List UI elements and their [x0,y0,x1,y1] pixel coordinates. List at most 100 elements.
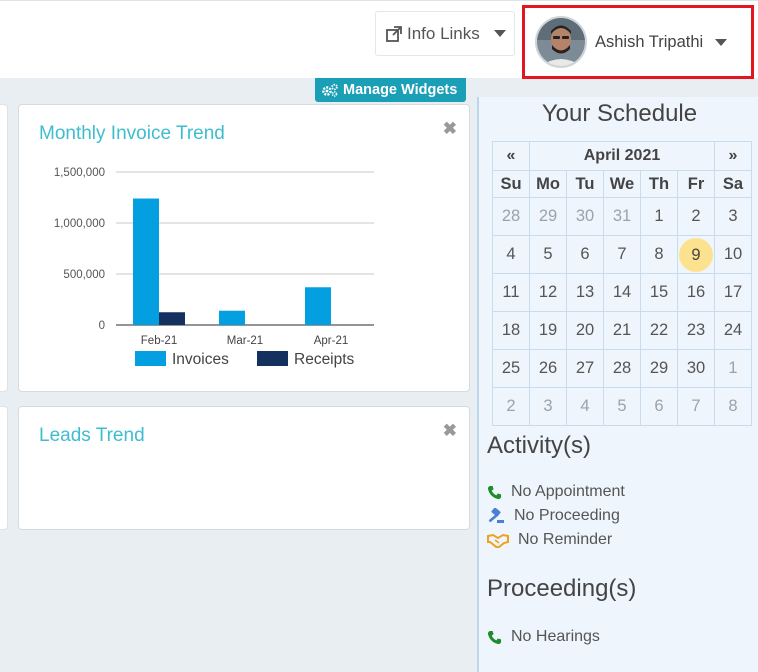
calendar-dow-label: Su [492,170,530,198]
calendar-day-today[interactable]: 9 [677,235,715,274]
calendar-prev-button[interactable]: « [492,141,530,171]
invoice-chart: 0 500,000 1,000,000 1,500,000 Feb-21 Mar-21 Ap… [54,167,374,368]
calendar-day[interactable]: 3 [714,197,752,236]
calendar-week-row: 18 19 20 21 22 23 24 [492,311,752,350]
calendar-day[interactable]: 11 [492,273,530,312]
calendar: « April 2021 » Su Mo Tu We Th Fr Sa 28 29 30 31 1 2… [492,141,752,426]
proceedings-title: Proceeding(s) [487,575,637,602]
x-tick-label: Feb-21 [141,335,177,347]
widget-title: Leads Trend [39,425,145,446]
activity-reminder: No Reminder [487,531,612,549]
calendar-day[interactable]: 7 [677,387,715,426]
calendar-week-row: 28 29 30 31 1 2 3 [492,197,752,236]
chart-bar[interactable] [305,287,331,325]
calendar-day[interactable]: 23 [677,311,715,350]
y-tick-label: 500,000 [63,269,105,281]
chart-bar[interactable] [133,198,159,325]
user-menu[interactable]: Ashish Tripathi [522,5,754,79]
calendar-day[interactable]: 18 [492,311,530,350]
calendar-dow-label: Sa [714,170,752,198]
left-card-edge [0,406,8,530]
calendar-day[interactable]: 31 [603,197,641,236]
external-link-icon [386,25,402,42]
calendar-day-label: 9 [679,237,713,272]
calendar-day[interactable]: 16 [677,273,715,312]
activity-label: No Proceeding [514,507,620,524]
calendar-day[interactable]: 5 [603,387,641,426]
calendar-day[interactable]: 6 [640,387,678,426]
activity-label: No Reminder [518,531,613,548]
calendar-day[interactable]: 17 [714,273,752,312]
handshake-icon [487,533,509,548]
calendar-day[interactable]: 20 [566,311,604,350]
cogs-icon [322,83,338,97]
calendar-day[interactable]: 10 [714,235,752,274]
legend-label[interactable]: Receipts [294,351,355,368]
calendar-day[interactable]: 4 [566,387,604,426]
calendar-day[interactable]: 3 [529,387,567,426]
info-links-button[interactable]: Info Links [375,11,515,56]
calendar-month-label[interactable]: April 2021 [529,141,715,171]
monthly-invoice-widget: Monthly Invoice Trend ✖ 0 500,000 1,000,00… [18,104,470,392]
calendar-dow-label: Fr [677,170,715,198]
calendar-day[interactable]: 6 [566,235,604,274]
calendar-day[interactable]: 19 [529,311,567,350]
activity-appointment: No Appointment [487,483,625,501]
calendar-day[interactable]: 30 [566,197,604,236]
calendar-dow-label: Th [640,170,678,198]
calendar-day[interactable]: 12 [529,273,567,312]
legend-label[interactable]: Invoices [172,351,229,368]
calendar-day[interactable]: 8 [714,387,752,426]
calendar-day[interactable]: 27 [566,349,604,388]
calendar-day[interactable]: 1 [640,197,678,236]
calendar-day[interactable]: 29 [529,197,567,236]
calendar-day[interactable]: 8 [640,235,678,274]
activity-label: No Appointment [511,483,625,500]
chart-bar[interactable] [219,310,245,325]
calendar-day[interactable]: 22 [640,311,678,350]
calendar-day[interactable]: 28 [603,349,641,388]
calendar-day[interactable]: 14 [603,273,641,312]
calendar-day[interactable]: 2 [677,197,715,236]
leads-trend-widget: Leads Trend ✖ [18,406,470,530]
calendar-day[interactable]: 26 [529,349,567,388]
calendar-day[interactable]: 2 [492,387,530,426]
calendar-day[interactable]: 21 [603,311,641,350]
left-card-edge [0,104,8,392]
info-links-label: Info Links [407,23,480,43]
y-tick-label: 0 [99,320,105,332]
calendar-day[interactable]: 1 [714,349,752,388]
schedule-title: Your Schedule [541,100,698,127]
y-tick-label: 1,500,000 [54,167,105,179]
calendar-day[interactable]: 15 [640,273,678,312]
avatar [535,16,587,68]
calendar-next-button[interactable]: » [714,141,752,171]
calendar-day[interactable]: 13 [566,273,604,312]
calendar-dow-label: Tu [566,170,604,198]
calendar-day[interactable]: 5 [529,235,567,274]
calendar-week-row: 4 5 6 7 8 9 10 [492,235,752,274]
top-bar: Info Links Ashish Tripathi [0,0,758,79]
y-tick-label: 1,000,000 [54,218,105,230]
calendar-week-row: 25 26 27 28 29 30 1 [492,349,752,388]
calendar-day[interactable]: 29 [640,349,678,388]
calendar-day[interactable]: 24 [714,311,752,350]
chart-bar[interactable] [159,312,185,325]
calendar-week-row: 11 12 13 14 15 16 17 [492,273,752,312]
calendar-dow-label: Mo [529,170,567,198]
manage-widgets-label: Manage Widgets [343,82,458,98]
legend-swatch [257,351,288,366]
calendar-day[interactable]: 4 [492,235,530,274]
calendar-week-row: 2345678 [492,387,752,426]
close-icon[interactable]: ✖ [443,421,457,441]
manage-widgets-button[interactable]: Manage Widgets [315,78,466,102]
phone-icon [487,485,502,499]
calendar-day[interactable]: 30 [677,349,715,388]
x-tick-label: Mar-21 [227,335,263,347]
calendar-day[interactable]: 28 [492,197,530,236]
user-name: Ashish Tripathi [595,32,704,51]
legend-swatch [135,351,166,366]
activity-proceeding: No Proceeding [487,507,620,525]
calendar-day[interactable]: 7 [603,235,641,274]
calendar-day[interactable]: 25 [492,349,530,388]
